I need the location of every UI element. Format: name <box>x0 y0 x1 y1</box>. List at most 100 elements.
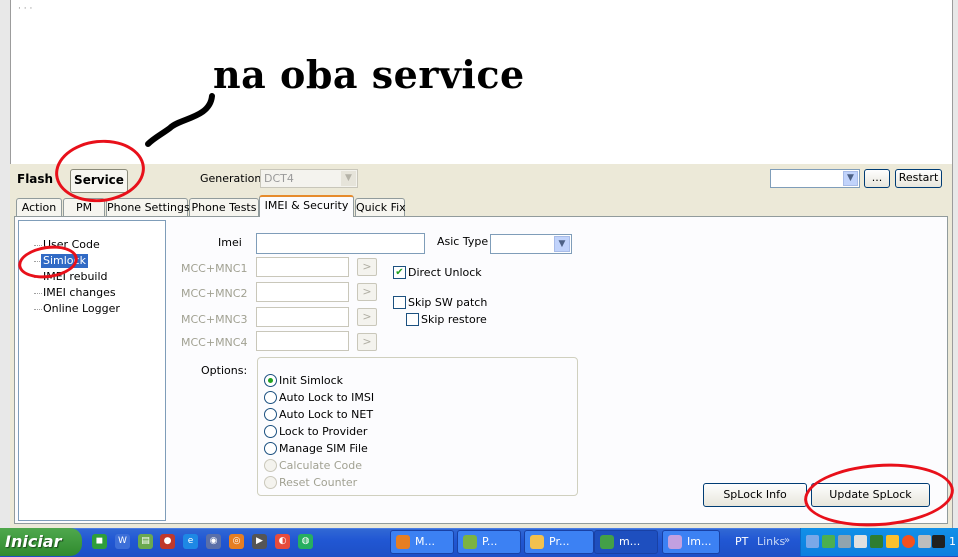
imei-input[interactable] <box>256 233 425 254</box>
links-toolbar[interactable]: Links <box>757 535 785 548</box>
skip-restore-checkbox[interactable] <box>406 313 419 326</box>
generation-value: DCT4 <box>264 172 294 185</box>
restart-button[interactable]: Restart <box>895 169 942 188</box>
firefox-icon <box>396 535 410 549</box>
quicklaunch-icon-6[interactable]: ◉ <box>206 534 221 549</box>
lock-to-provider-radio[interactable] <box>264 425 277 438</box>
tab-action[interactable]: Action <box>16 198 62 216</box>
mcc-mnc2-label: MCC+MNC2 <box>181 287 248 300</box>
tray-icon-8[interactable] <box>918 535 931 548</box>
tree-item-simlock[interactable]: Simlock <box>41 254 88 268</box>
reset-counter-radio[interactable] <box>264 476 277 489</box>
manage-sim-file-label: Manage SIM File <box>279 442 368 455</box>
mcc-mnc4-button[interactable]: > <box>357 333 377 351</box>
direct-unlock-checkbox[interactable]: ✔ <box>393 266 406 279</box>
mcc-mnc1-input[interactable] <box>256 257 349 277</box>
asic-type-label: Asic Type <box>437 235 489 248</box>
chevron-right-icon[interactable]: » <box>784 535 790 546</box>
auto-lock-net-radio[interactable] <box>264 408 277 421</box>
mcc-mnc1-label: MCC+MNC1 <box>181 262 248 275</box>
clock: 1 <box>949 535 956 548</box>
mcc-mnc4-input[interactable] <box>256 331 349 351</box>
skip-restore-label: Skip restore <box>421 313 487 326</box>
checkmark-icon: ✔ <box>395 267 404 278</box>
tree-item-imei-changes[interactable]: IMEI changes <box>43 286 116 300</box>
start-button[interactable]: Iniciar <box>0 528 82 556</box>
auto-lock-net-label: Auto Lock to NET <box>279 408 374 421</box>
mcc-mnc4-label: MCC+MNC4 <box>181 336 248 349</box>
tray-icon-5[interactable] <box>870 535 883 548</box>
mcc-mnc2-button[interactable]: > <box>357 283 377 301</box>
tree-connector <box>34 277 42 279</box>
reset-counter-label: Reset Counter <box>279 476 358 489</box>
tree-item-user-code[interactable]: User Code <box>43 238 100 252</box>
tray-icon-1[interactable] <box>806 535 819 548</box>
network-icon[interactable] <box>838 535 851 548</box>
tray-icon-9[interactable] <box>932 535 945 548</box>
right-window-edge <box>952 0 958 528</box>
manage-sim-file-radio[interactable] <box>264 442 277 455</box>
tree-connector <box>34 293 42 295</box>
tab-phone-settings[interactable]: Phone Settings <box>106 198 190 216</box>
calculate-code-label: Calculate Code <box>279 459 363 472</box>
tab-phone-tests[interactable]: Phone Tests <box>189 198 259 216</box>
port-select[interactable]: ▼ <box>770 169 860 188</box>
browse-button[interactable]: ... <box>864 169 890 188</box>
mcc-mnc2-input[interactable] <box>256 282 349 302</box>
volume-icon[interactable] <box>854 535 867 548</box>
quicklaunch-icon-1[interactable]: ◼ <box>92 534 107 549</box>
update-splock-button[interactable]: Update SpLock <box>811 483 930 507</box>
flash-tab[interactable]: Flash <box>17 172 53 186</box>
mcc-mnc3-input[interactable] <box>256 307 349 327</box>
taskbar-button-5[interactable]: Im... <box>662 530 720 554</box>
generation-select[interactable]: DCT4 ▼ <box>260 169 358 188</box>
calculate-code-radio[interactable] <box>264 459 277 472</box>
tab-quick-fix[interactable]: Quick Fix <box>355 198 406 216</box>
tree-connector <box>34 245 42 247</box>
quicklaunch-icon-2[interactable]: W <box>115 534 130 549</box>
tray-icon-2[interactable] <box>822 535 835 548</box>
taskbar-button-4[interactable]: m... <box>594 530 658 554</box>
annotation-stroke <box>145 93 215 147</box>
quicklaunch-icon-9[interactable]: ◐ <box>275 534 290 549</box>
init-simlock-radio[interactable] <box>264 374 277 387</box>
skip-sw-patch-checkbox[interactable] <box>393 296 406 309</box>
mcc-mnc3-label: MCC+MNC3 <box>181 313 248 326</box>
quicklaunch-icon-7[interactable]: ◎ <box>229 534 244 549</box>
quicklaunch-icon-8[interactable]: ▶ <box>252 534 267 549</box>
splock-info-button[interactable]: SpLock Info <box>703 483 807 507</box>
auto-lock-imsi-radio[interactable] <box>264 391 277 404</box>
service-tab[interactable]: Service <box>70 169 128 193</box>
direct-unlock-label: Direct Unlock <box>408 266 482 279</box>
chevron-down-icon: ▼ <box>554 236 570 252</box>
chevron-down-icon: ▼ <box>843 171 858 186</box>
taskbar-button-2[interactable]: P... <box>457 530 521 554</box>
tray-icon-7[interactable] <box>902 535 915 548</box>
quicklaunch-icon-4[interactable]: ● <box>160 534 175 549</box>
generation-label: Generation: <box>200 172 266 185</box>
taskbar-button-1[interactable]: M... <box>390 530 454 554</box>
app-icon <box>600 535 614 549</box>
tab-pm[interactable]: PM <box>63 198 105 216</box>
quicklaunch-icon-5[interactable]: e <box>183 534 198 549</box>
options-label: Options: <box>201 364 248 377</box>
chevron-down-icon: ▼ <box>341 171 356 186</box>
init-simlock-label: Init Simlock <box>279 374 344 387</box>
quicklaunch-icon-3[interactable]: ▤ <box>138 534 153 549</box>
app-icon <box>463 535 477 549</box>
tree-item-imei-rebuild[interactable]: IMEI rebuild <box>43 270 108 284</box>
lock-to-provider-label: Lock to Provider <box>279 425 368 438</box>
tray-icon-6[interactable] <box>886 535 899 548</box>
taskbar-button-3[interactable]: Pr... <box>524 530 594 554</box>
auto-lock-imsi-label: Auto Lock to IMSI <box>279 391 375 404</box>
asic-type-select[interactable]: ▼ <box>490 234 572 254</box>
mcc-mnc3-button[interactable]: > <box>357 308 377 326</box>
mcc-mnc1-button[interactable]: > <box>357 258 377 276</box>
language-indicator[interactable]: PT <box>735 535 748 548</box>
quicklaunch-icon-10[interactable]: ◍ <box>298 534 313 549</box>
tab-imei-security[interactable]: IMEI & Security <box>259 195 354 217</box>
tree-connector <box>34 309 42 311</box>
tree-item-online-logger[interactable]: Online Logger <box>43 302 120 316</box>
annotation-text: na oba service <box>213 52 525 97</box>
imei-label: Imei <box>218 236 242 249</box>
